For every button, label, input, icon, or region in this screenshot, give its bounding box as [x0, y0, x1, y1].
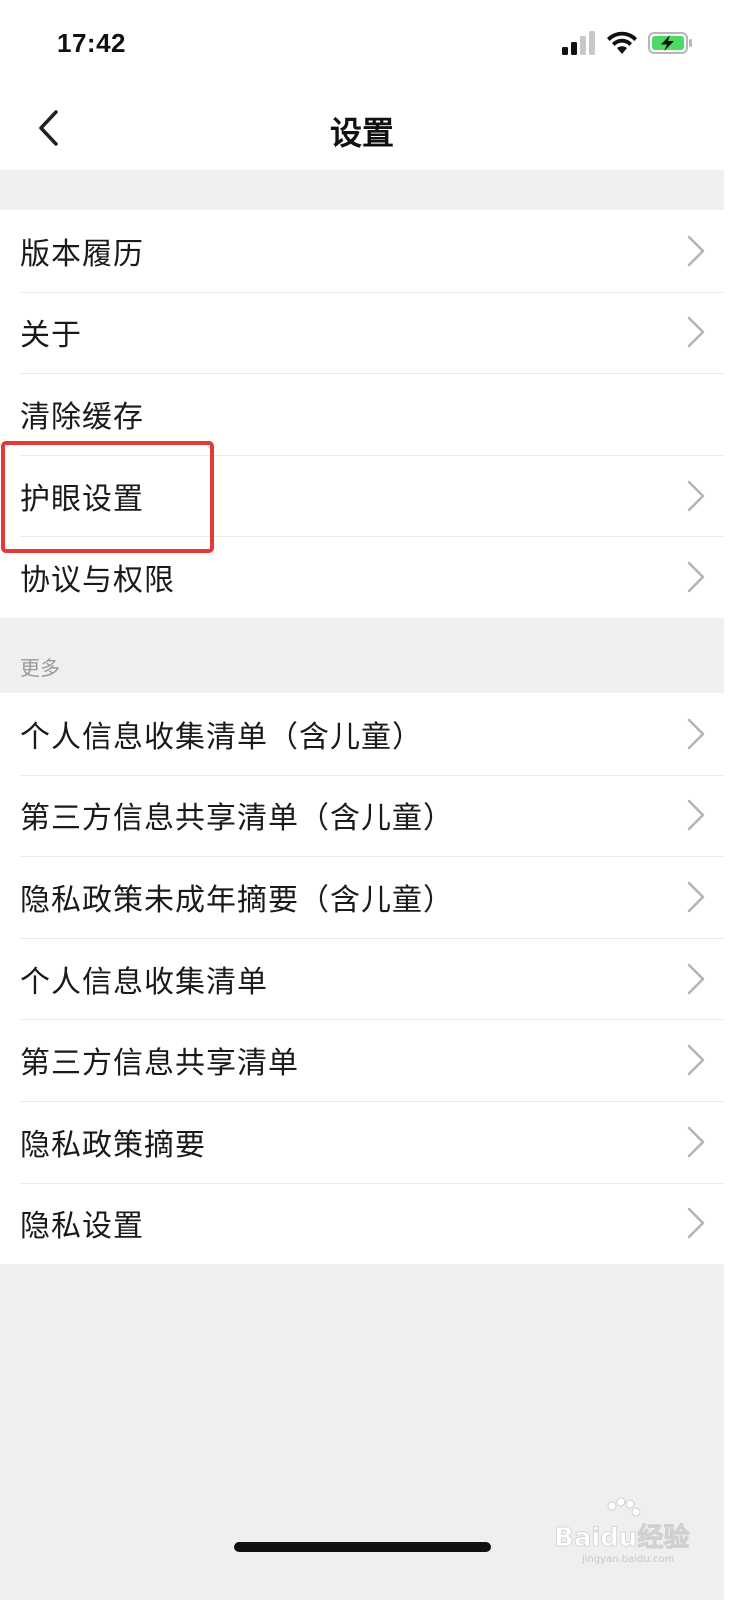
- row-label: 隐私政策未成年摘要（含儿童）: [20, 882, 454, 918]
- row-label: 关于: [20, 318, 82, 354]
- chevron-right-icon: [687, 881, 705, 913]
- cellular-signal-icon: [562, 31, 595, 55]
- row-label: 隐私政策摘要: [20, 1127, 206, 1163]
- row-label: 版本履历: [20, 236, 144, 272]
- wifi-icon: [607, 31, 637, 54]
- chevron-right-icon: [687, 561, 705, 593]
- settings-row-group2-item-0[interactable]: 个人信息收集清单（含儿童）: [0, 693, 724, 775]
- page-title: 设置: [329, 114, 394, 152]
- highlight-annotation: [1, 441, 214, 553]
- watermark-subtext: jingyan.baidu.com: [581, 1554, 674, 1565]
- settings-row-group2-item-5[interactable]: 隐私政策摘要: [0, 1100, 724, 1183]
- watermark-text: Baidu经验: [554, 1522, 689, 1553]
- chevron-right-icon: [687, 1126, 705, 1158]
- chevron-right-icon: [687, 1208, 705, 1239]
- home-indicator[interactable]: [234, 1542, 491, 1552]
- settings-row-group2-item-4[interactable]: 第三方信息共享清单: [0, 1019, 724, 1101]
- chevron-right-icon: [687, 235, 705, 267]
- chevron-right-icon: [687, 480, 705, 511]
- settings-row-group2-item-3[interactable]: 个人信息收集清单: [0, 937, 724, 1020]
- row-label: 个人信息收集清单（含儿童）: [20, 719, 423, 755]
- chevron-right-icon: [687, 1044, 705, 1076]
- status-icons: [562, 31, 694, 55]
- settings-row-group1-item-0[interactable]: 版本履历: [0, 210, 724, 292]
- settings-row-group2-item-6[interactable]: 隐私设置: [0, 1182, 724, 1265]
- status-bar: 17:42: [0, 0, 724, 88]
- chevron-right-icon: [687, 718, 705, 750]
- section-header-more: 更多: [20, 656, 60, 680]
- settings-row-group2-item-2[interactable]: 隐私政策未成年摘要（含儿童）: [0, 856, 724, 938]
- row-label: 清除缓存: [20, 399, 144, 435]
- settings-row-group2-item-1[interactable]: 第三方信息共享清单（含儿童）: [0, 774, 724, 857]
- row-label: 第三方信息共享清单: [20, 1046, 299, 1082]
- chevron-right-icon: [687, 317, 705, 348]
- more-group: 个人信息收集清单（含儿童） 第三方信息共享清单（含儿童） 隐私政策未成年摘要（含儿童…: [0, 693, 724, 1265]
- row-label: 隐私设置: [20, 1209, 144, 1245]
- right-edge: [724, 0, 739, 1600]
- settings-row-group1-item-1[interactable]: 关于: [0, 291, 724, 374]
- row-label: 第三方信息共享清单（含儿童）: [20, 801, 454, 837]
- row-label: 协议与权限: [20, 563, 175, 599]
- row-label: 个人信息收集清单: [20, 964, 268, 1000]
- nav-bar: 设置: [0, 88, 724, 170]
- battery-charging-icon: [648, 32, 692, 54]
- chevron-right-icon: [687, 963, 705, 994]
- chevron-right-icon: [687, 800, 705, 831]
- status-time: 17:42: [57, 28, 126, 58]
- baidu-jingyan-watermark: Baidu经验 jingyan.baidu.com: [554, 1497, 690, 1565]
- settings-group: 版本履历 关于 清除缓存 护眼设置 协议与权限: [0, 210, 724, 618]
